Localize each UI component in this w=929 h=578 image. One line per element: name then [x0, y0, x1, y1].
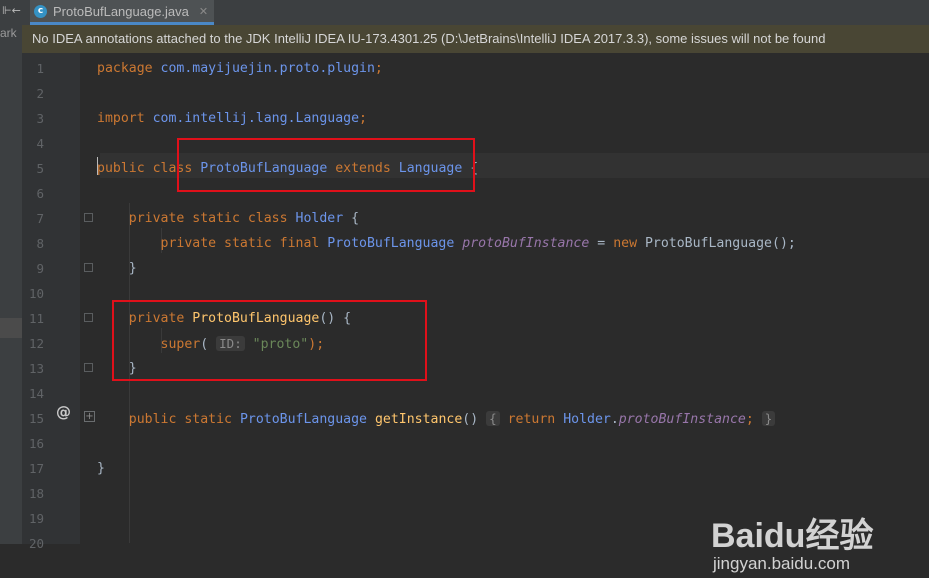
tab-protobuflanguage-java[interactable]: c ProtoBufLanguage.java ✕ [30, 0, 215, 25]
fold-marker[interactable] [84, 363, 93, 372]
line-number: 17 [28, 461, 44, 476]
line-number: 9 [36, 261, 44, 276]
line-number: 11 [28, 311, 44, 326]
project-panel-cut-label: ark [0, 26, 17, 40]
project-panel-selection [0, 318, 22, 338]
baidu-watermark-logo: Baidu经验 jingyan.baidu.com [711, 508, 881, 578]
line-number: 19 [28, 511, 44, 526]
annotation-box-class-declaration [177, 138, 475, 192]
code-line-15[interactable]: public static ProtoBufLanguage getInstan… [97, 406, 776, 432]
line-number: 8 [36, 236, 44, 251]
line-number: 15 [28, 411, 44, 426]
expand-fold-icon[interactable]: + [84, 411, 95, 422]
line-number: 12 [28, 336, 44, 351]
code-line-17[interactable]: } [97, 456, 105, 481]
annotations-warning-banner: No IDEA annotations attached to the JDK … [22, 25, 929, 53]
line-number: 4 [36, 136, 44, 151]
line-number: 14 [28, 386, 44, 401]
watermark-brand: Baidu经验 [711, 517, 874, 555]
fold-marker[interactable] [84, 213, 93, 222]
banner-message: No IDEA annotations attached to the JDK … [32, 31, 826, 46]
annotation-box-private-constructor [112, 300, 427, 381]
close-tab-icon[interactable]: ✕ [199, 5, 208, 18]
line-number: 10 [28, 286, 44, 301]
fold-marker[interactable] [84, 263, 93, 272]
tab-label: ProtoBufLanguage.java [53, 3, 189, 19]
left-tool-strip: ⊩← ark [0, 0, 23, 544]
line-number: 13 [28, 361, 44, 376]
java-class-icon: c [34, 4, 47, 18]
code-line-8[interactable]: private static final ProtoBufLanguage pr… [97, 231, 796, 256]
code-line-3[interactable]: import com.intellij.lang.Language; [97, 106, 367, 131]
fold-marker[interactable] [84, 313, 93, 322]
collapse-panel-icon[interactable]: ⊩← [2, 4, 21, 17]
code-line-9[interactable]: } [97, 256, 137, 281]
line-number: 2 [36, 86, 44, 101]
editor-tab-bar: c ProtoBufLanguage.java ✕ [22, 0, 929, 25]
line-number: 16 [28, 436, 44, 451]
line-number: 18 [28, 486, 44, 501]
line-number: 3 [36, 111, 44, 126]
code-editor[interactable]: 1 2 3 4 5 6 7 8 9 10 11 12 13 14 15 16 1… [22, 53, 929, 573]
code-line-7[interactable]: private static class Holder { [97, 206, 359, 231]
line-number: 1 [36, 61, 44, 76]
code-line-1[interactable]: package com.mayijuejin.proto.plugin; [97, 56, 383, 81]
watermark-url: jingyan.baidu.com [713, 554, 851, 573]
override-marker-icon[interactable]: @ [56, 403, 71, 421]
line-number: 5 [36, 161, 44, 176]
line-number: 6 [36, 186, 44, 201]
line-number: 7 [36, 211, 44, 226]
